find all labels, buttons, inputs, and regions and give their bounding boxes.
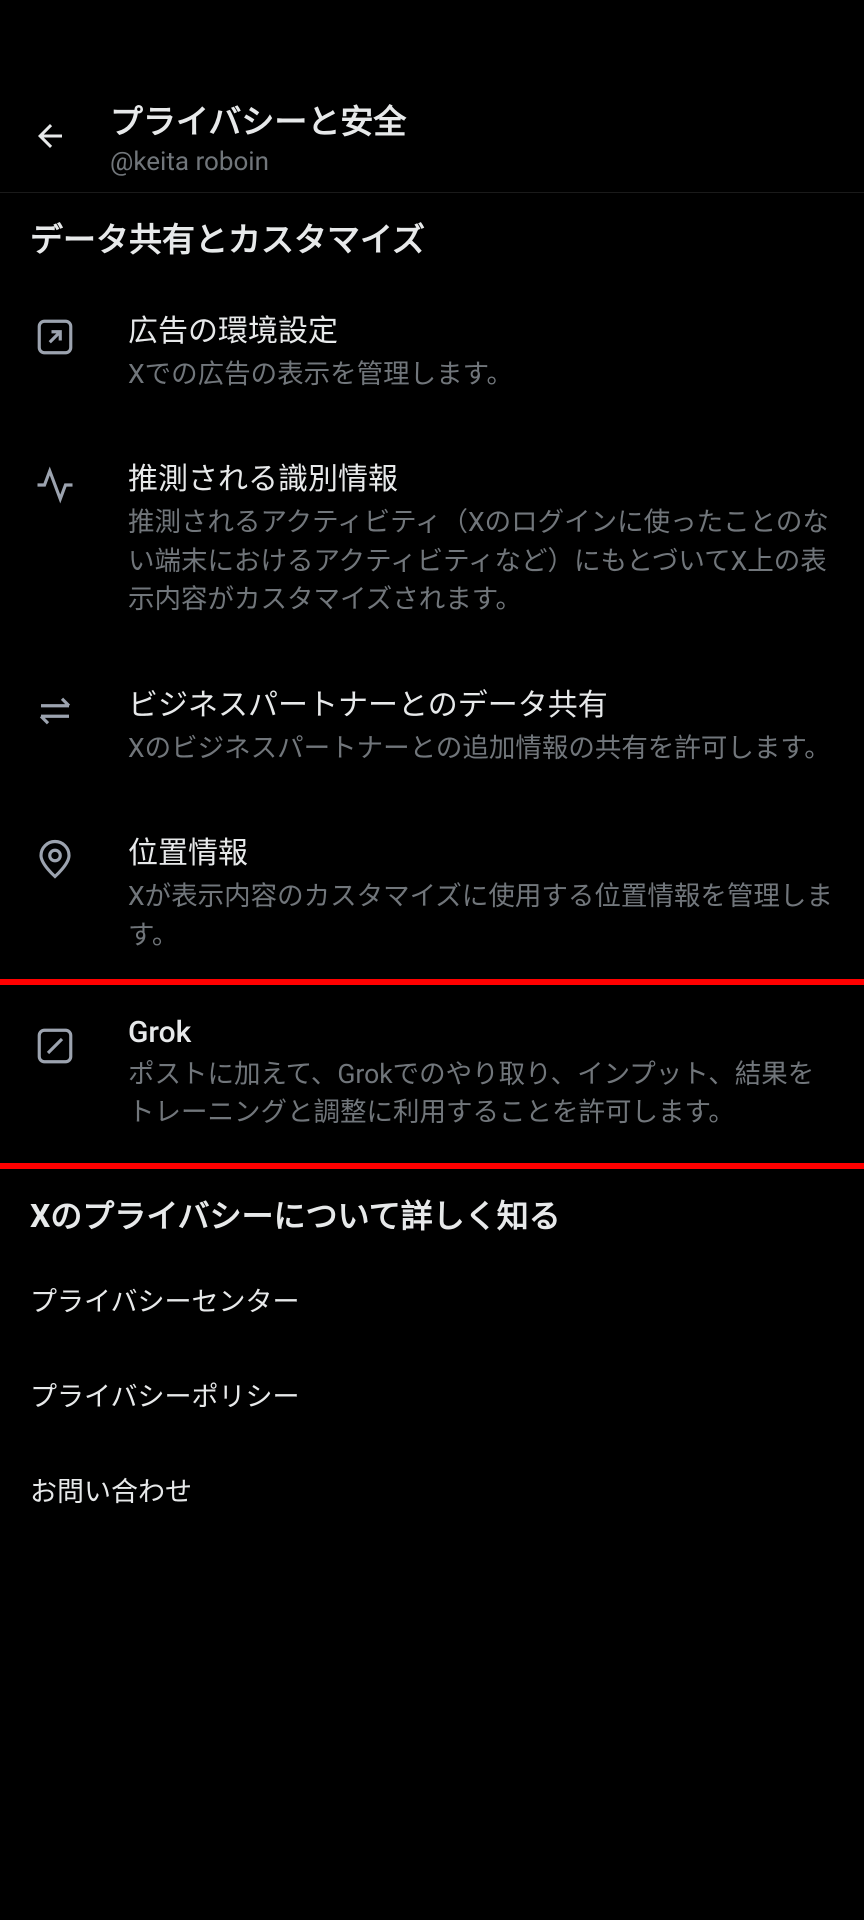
item-text: 広告の環境設定 Xでの広告の表示を管理します。 xyxy=(128,306,834,394)
item-text: ビジネスパートナーとのデータ共有 Xのビジネスパートナーとの追加情報の共有を許可… xyxy=(128,680,834,768)
page-title: プライバシーと安全 xyxy=(110,95,406,143)
item-title: ビジネスパートナーとのデータ共有 xyxy=(128,680,834,724)
settings-item-ad-preferences[interactable]: 広告の環境設定 Xでの広告の表示を管理します。 xyxy=(0,276,864,424)
settings-item-grok[interactable]: Grok ポストに加えて、Grokでのやり取り、インプット、結果をトレーニングと… xyxy=(0,985,864,1163)
item-description: Xが表示内容のカスタマイズに使用する位置情報を管理します。 xyxy=(128,878,834,955)
highlighted-grok-setting: Grok ポストに加えて、Grokでのやり取り、インプット、結果をトレーニングと… xyxy=(0,979,864,1169)
location-pin-icon xyxy=(30,834,80,884)
item-description: Xでの広告の表示を管理します。 xyxy=(128,356,834,394)
item-description: 推測されるアクティビティ（Xのログインに使ったことのない端末におけるアクティビテ… xyxy=(128,504,834,619)
settings-item-inferred-identity[interactable]: 推測される識別情報 推測されるアクティビティ（Xのログインに使ったことのない端末… xyxy=(0,424,864,649)
section-heading-learn-more: Xのプライバシーについて詳しく知る xyxy=(0,1163,864,1252)
settings-header: プライバシーと安全 @keita roboin xyxy=(0,0,864,193)
item-description: Xのビジネスパートナーとの追加情報の共有を許可します。 xyxy=(128,730,834,768)
item-text: Grok ポストに加えて、Grokでのやり取り、インプット、結果をトレーニングと… xyxy=(128,1015,834,1133)
arrow-left-icon xyxy=(32,118,68,154)
settings-item-location[interactable]: 位置情報 Xが表示内容のカスタマイズに使用する位置情報を管理します。 xyxy=(0,798,864,985)
header-text: プライバシーと安全 @keita roboin xyxy=(110,95,406,177)
grok-icon xyxy=(30,1021,80,1071)
back-button[interactable] xyxy=(20,106,80,166)
section-heading-data-sharing: データ共有とカスタマイズ xyxy=(0,193,864,276)
activity-icon xyxy=(30,460,80,510)
item-text: 位置情報 Xが表示内容のカスタマイズに使用する位置情報を管理します。 xyxy=(128,828,834,955)
link-privacy-policy[interactable]: プライバシーポリシー xyxy=(0,1347,864,1442)
item-title: 推測される識別情報 xyxy=(128,454,834,498)
item-text: 推測される識別情報 推測されるアクティビティ（Xのログインに使ったことのない端末… xyxy=(128,454,834,619)
transfer-icon xyxy=(30,686,80,736)
username: @keita roboin xyxy=(110,147,406,177)
external-link-icon xyxy=(30,312,80,362)
link-contact[interactable]: お問い合わせ xyxy=(0,1442,864,1537)
item-description: ポストに加えて、Grokでのやり取り、インプット、結果をトレーニングと調整に利用… xyxy=(128,1056,834,1133)
item-title: 広告の環境設定 xyxy=(128,306,834,350)
settings-item-business-partner[interactable]: ビジネスパートナーとのデータ共有 Xのビジネスパートナーとの追加情報の共有を許可… xyxy=(0,650,864,798)
item-title: Grok xyxy=(128,1015,834,1050)
link-privacy-center[interactable]: プライバシーセンター xyxy=(0,1252,864,1347)
item-title: 位置情報 xyxy=(128,828,834,872)
